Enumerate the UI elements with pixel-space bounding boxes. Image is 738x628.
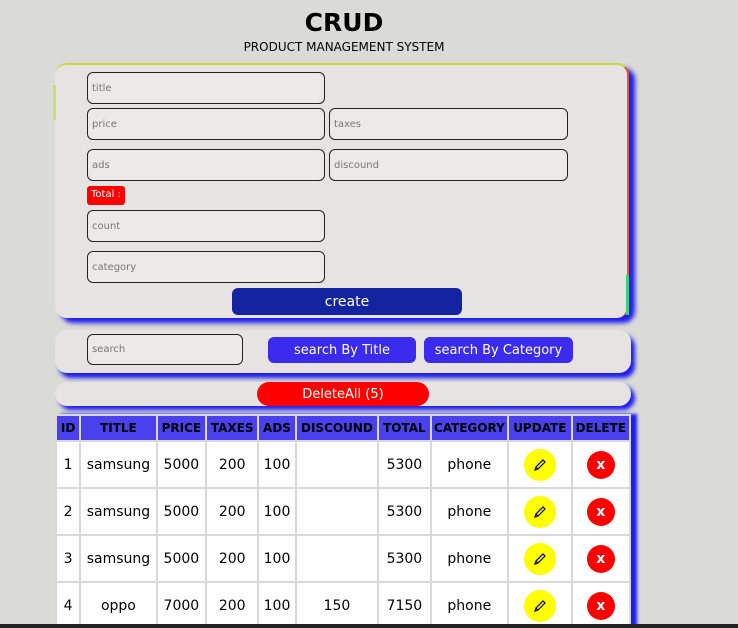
cell-total: 5300 [379,489,430,534]
header-ads: ADS [259,416,295,440]
cell-delete: x [572,583,629,628]
close-icon: x [596,597,606,614]
cell-title: samsung [81,489,156,534]
cell-taxes: 200 [207,536,258,581]
header-total: TOTAL [379,416,430,440]
cell-total: 5300 [379,536,430,581]
cell-category: phone [431,489,508,534]
header-category: CATEGORY [431,416,508,440]
cell-discount [296,489,378,534]
cell-taxes: 200 [207,489,258,534]
cell-discount: 150 [296,583,378,628]
cell-ads: 100 [259,489,295,534]
cell-category: phone [431,442,508,487]
search-panel: search By Title search By Category [55,330,631,373]
cell-price: 7000 [157,583,206,628]
delete-button[interactable]: x [586,591,615,620]
products-table-wrapper: ID TITLE PRICE TAXES ADS DISCOUND TOTAL … [55,414,631,628]
cell-taxes: 200 [207,442,258,487]
delete-button[interactable]: x [586,497,615,526]
cell-ads: 100 [259,536,295,581]
cell-title: samsung [81,536,156,581]
title-input[interactable] [87,72,325,104]
delete-all-button[interactable]: DeleteAll (5) [257,382,429,406]
cell-update [509,536,571,581]
header-taxes: TAXES [207,416,258,440]
cell-delete: x [572,442,629,487]
table-row: 3 samsung 5000 200 100 5300 phone x [57,536,629,581]
total-badge: Total : [87,186,125,205]
delete-button[interactable]: x [586,450,615,479]
cell-update [509,442,571,487]
header-delete: DELETE [572,416,629,440]
category-input[interactable] [87,251,325,283]
cell-total: 5300 [379,442,430,487]
discount-input[interactable] [329,149,568,181]
cell-price: 5000 [157,489,206,534]
cell-taxes: 200 [207,583,258,628]
header-title: TITLE [81,416,156,440]
close-icon: x [596,503,606,520]
cell-price: 5000 [157,442,206,487]
delete-button[interactable]: x [586,544,615,573]
cell-update [509,489,571,534]
cell-discount [296,442,378,487]
pencil-icon [533,552,546,565]
cell-ads: 100 [259,583,295,628]
update-button[interactable] [523,448,556,481]
table-header-row: ID TITLE PRICE TAXES ADS DISCOUND TOTAL … [57,416,629,440]
header-update: UPDATE [509,416,571,440]
close-icon: x [596,550,606,567]
page-title: CRUD [304,8,384,37]
cell-delete: x [572,536,629,581]
close-icon: x [596,456,606,473]
cell-price: 5000 [157,536,206,581]
header-price: PRICE [157,416,206,440]
search-input[interactable] [87,334,243,365]
cell-total: 7150 [379,583,430,628]
ads-input[interactable] [87,149,325,181]
pencil-icon [533,458,546,471]
cell-id: 2 [57,489,80,534]
table-row: 1 samsung 5000 200 100 5300 phone x [57,442,629,487]
cell-category: phone [431,583,508,628]
bottom-edge-bar [0,624,738,628]
products-table: ID TITLE PRICE TAXES ADS DISCOUND TOTAL … [55,414,631,628]
search-by-title-button[interactable]: search By Title [268,337,416,363]
count-input[interactable] [87,210,325,242]
delete-all-panel: DeleteAll (5) [55,382,631,406]
create-button[interactable]: create [232,288,462,315]
cell-delete: x [572,489,629,534]
cell-title: samsung [81,442,156,487]
cell-ads: 100 [259,442,295,487]
pencil-icon [533,599,546,612]
cell-title: oppo [81,583,156,628]
cell-id: 3 [57,536,80,581]
cell-discount [296,536,378,581]
table-row: 2 samsung 5000 200 100 5300 phone x [57,489,629,534]
pencil-icon [533,505,546,518]
cell-id: 4 [57,583,80,628]
product-form: Total : create [53,63,629,318]
cell-update [509,583,571,628]
update-button[interactable] [523,542,556,575]
table-row: 4 oppo 7000 200 100 150 7150 phone x [57,583,629,628]
cell-category: phone [431,536,508,581]
price-input[interactable] [87,108,325,140]
header-id: ID [57,416,80,440]
cell-id: 1 [57,442,80,487]
taxes-input[interactable] [329,108,568,140]
search-by-category-button[interactable]: search By Category [424,337,573,363]
page-subtitle: PRODUCT MANAGEMENT SYSTEM [243,40,445,54]
update-button[interactable] [523,495,556,528]
update-button[interactable] [523,589,556,622]
header-discount: DISCOUND [296,416,378,440]
